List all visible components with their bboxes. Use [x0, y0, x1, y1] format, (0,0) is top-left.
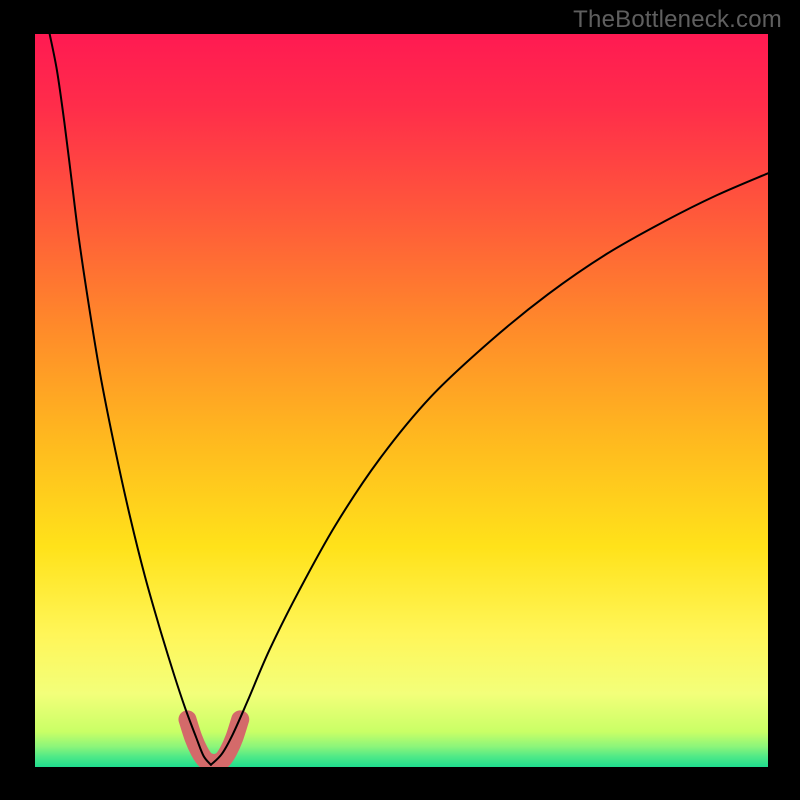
plot-background	[35, 34, 768, 767]
bottleneck-chart	[0, 0, 800, 800]
watermark-text: TheBottleneck.com	[573, 6, 782, 34]
chart-frame: { "watermark": "TheBottleneck.com", "col…	[0, 0, 800, 800]
